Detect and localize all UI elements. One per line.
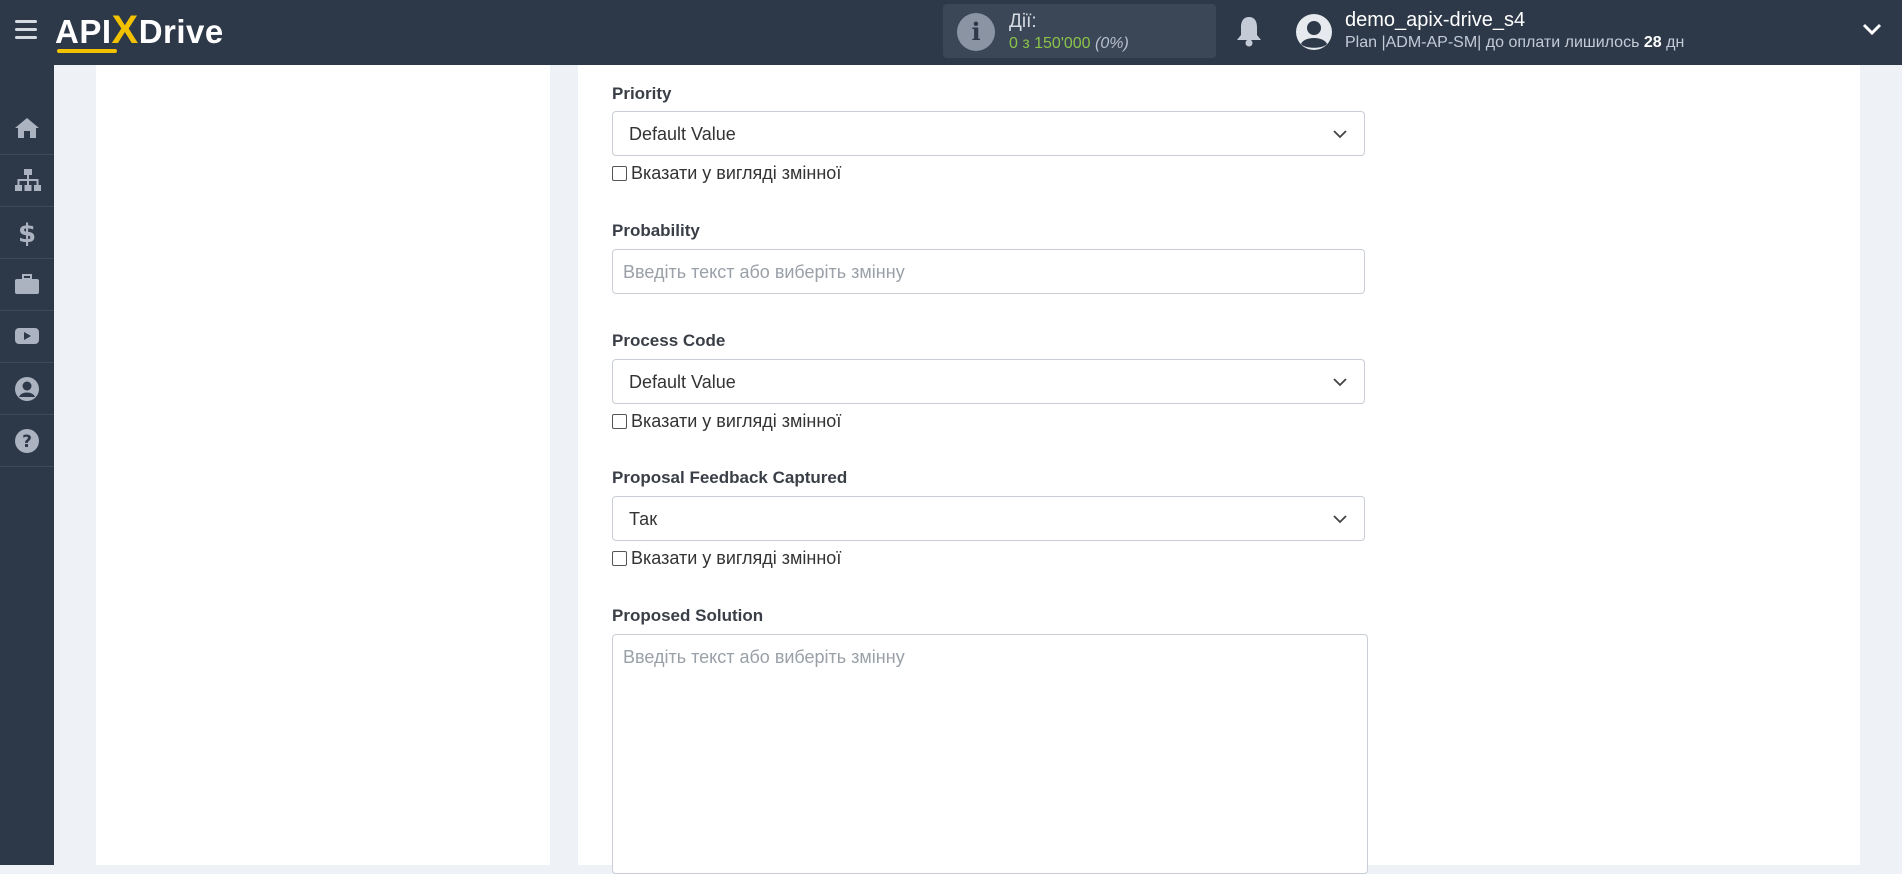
avatar[interactable] — [1295, 13, 1333, 51]
user-name[interactable]: demo_apix-drive_s4 — [1345, 9, 1525, 32]
priority-variable-checkbox[interactable] — [612, 166, 627, 181]
sidebar-item-billing[interactable]: $ — [0, 206, 54, 259]
left-panel — [96, 65, 550, 865]
chevron-down-icon[interactable] — [1862, 22, 1882, 36]
proposal-feedback-value: Так — [629, 509, 658, 529]
proposed-solution-label: Proposed Solution — [612, 606, 764, 625]
priority-value: Default Value — [629, 124, 736, 144]
menu-icon[interactable] — [15, 20, 37, 39]
info-icon: i — [957, 13, 995, 51]
logo[interactable]: APIXDrive — [55, 10, 224, 53]
sitemap-icon — [15, 169, 41, 191]
briefcase-icon — [15, 274, 39, 294]
actions-counter: i Дії: 0 з 150'000 (0%) — [943, 4, 1216, 58]
actions-label: Дії: — [1009, 11, 1037, 32]
priority-label: Priority — [612, 84, 672, 103]
dollar-icon: $ — [18, 220, 36, 246]
svg-text:$: $ — [18, 220, 36, 246]
top-bar: APIXDrive i Дії: 0 з 150'000 (0%) demo_a… — [0, 0, 1902, 65]
sidebar-item-home[interactable] — [0, 102, 54, 155]
sidebar-item-profile[interactable] — [0, 362, 54, 415]
help-icon: ? — [15, 429, 39, 453]
sidebar-item-connections[interactable] — [0, 154, 54, 207]
sidebar: $ ? — [0, 65, 54, 865]
proposed-solution-placeholder: Введіть текст або виберіть змінну — [623, 647, 905, 667]
probability-placeholder: Введіть текст або виберіть змінну — [623, 262, 905, 282]
user-icon — [15, 377, 39, 401]
priority-select[interactable]: Default Value — [612, 111, 1365, 156]
proposed-solution-textarea[interactable]: Введіть текст або виберіть змінну — [612, 634, 1368, 874]
chevron-down-icon — [1333, 515, 1347, 524]
proposal-feedback-variable-checkbox[interactable] — [612, 551, 627, 566]
chevron-down-icon — [1333, 130, 1347, 139]
chevron-down-icon — [1333, 378, 1347, 387]
youtube-icon — [15, 328, 39, 344]
priority-variable-option: Вказати у вигляді змінної — [612, 163, 841, 185]
svg-text:?: ? — [22, 432, 32, 452]
actions-count: 0 з 150'000 (0%) — [1009, 35, 1129, 52]
process-code-variable-option: Вказати у вигляді змінної — [612, 411, 841, 433]
proposal-feedback-label: Proposal Feedback Captured — [612, 468, 848, 487]
sidebar-item-help[interactable]: ? — [0, 414, 54, 467]
proposal-feedback-select[interactable]: Так — [612, 496, 1365, 541]
sidebar-item-videos[interactable] — [0, 310, 54, 363]
process-code-label: Process Code — [612, 331, 726, 350]
probability-label: Probability — [612, 221, 700, 240]
proposal-feedback-variable-option: Вказати у вигляді змінної — [612, 548, 841, 570]
process-code-select[interactable]: Default Value — [612, 359, 1365, 404]
home-icon — [15, 118, 39, 138]
process-code-variable-checkbox[interactable] — [612, 414, 627, 429]
plan-info: Plan |ADM-AP-SM| до оплати лишилось 28 д… — [1345, 34, 1685, 51]
probability-input[interactable]: Введіть текст або виберіть змінну — [612, 249, 1365, 294]
bell-icon[interactable] — [1235, 15, 1263, 47]
sidebar-item-projects[interactable] — [0, 258, 54, 311]
process-code-value: Default Value — [629, 372, 736, 392]
